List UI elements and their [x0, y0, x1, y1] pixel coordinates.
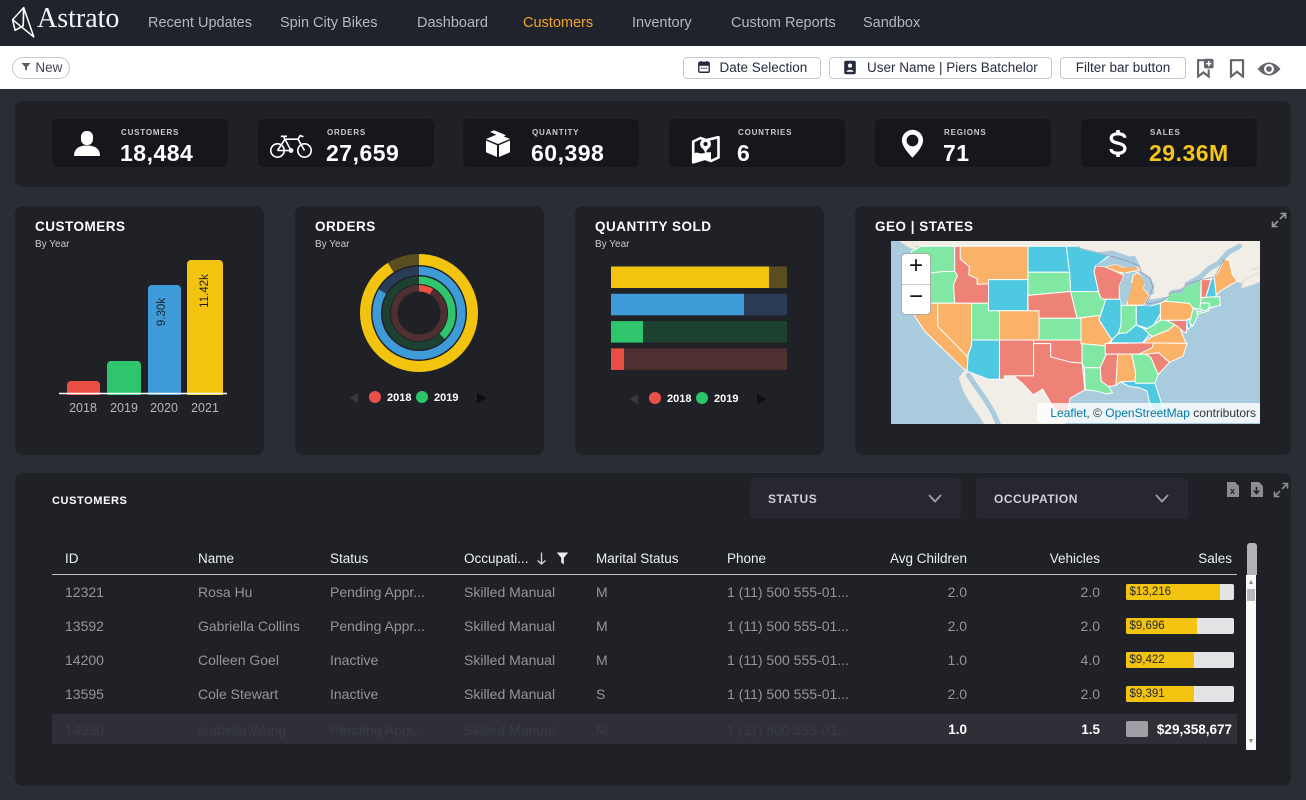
svg-text:2019: 2019: [714, 393, 738, 405]
svg-text:x: x: [1230, 486, 1235, 496]
svg-text:11.42k: 11.42k: [199, 274, 211, 308]
svg-text:2021: 2021: [191, 401, 219, 415]
svg-text:2018: 2018: [69, 401, 97, 415]
svg-text:2019: 2019: [434, 392, 458, 404]
svg-text:2018: 2018: [667, 393, 691, 405]
svg-text:9.30k: 9.30k: [156, 298, 168, 326]
svg-text:2018: 2018: [387, 392, 411, 404]
svg-text:2019: 2019: [110, 401, 138, 415]
svg-text:2020: 2020: [150, 401, 178, 415]
